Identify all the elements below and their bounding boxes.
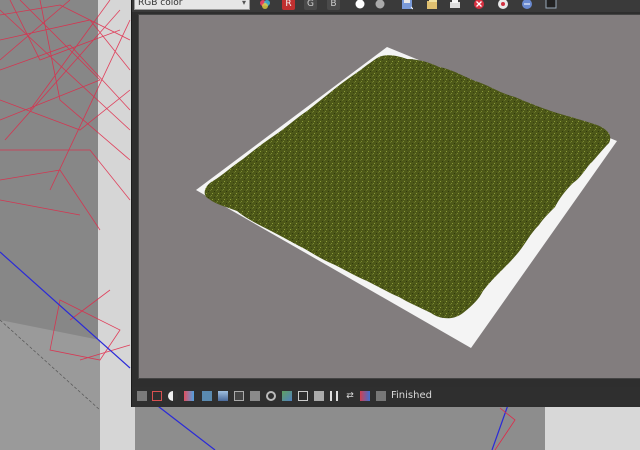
exposure-icon[interactable] [266, 391, 276, 401]
frame-buffer-window: RGB color ▾ R G B ⇄ Finished [131, 0, 640, 407]
background-image-icon[interactable] [282, 391, 292, 401]
green-channel-button[interactable]: G [304, 0, 317, 10]
print-icon[interactable] [448, 0, 462, 10]
rendered-image[interactable] [138, 14, 640, 379]
curves-icon[interactable] [234, 391, 244, 401]
lens-effects-icon[interactable] [298, 391, 308, 401]
display-correction-icon[interactable] [258, 0, 271, 10]
channel-select[interactable]: RGB color ▾ [134, 0, 250, 10]
monochrome-icon[interactable] [374, 0, 386, 10]
channel-select-value: RGB color [138, 0, 183, 8]
srgb-icon[interactable] [330, 391, 338, 401]
clear-image-icon[interactable] [472, 0, 486, 10]
frame-buffer-statusbar: ⇄ Finished [132, 387, 640, 405]
frame-buffer-toolbar: RGB color ▾ R G B [132, 0, 640, 12]
view-clamped-icon[interactable] [184, 391, 194, 401]
chevron-down-icon: ▾ [241, 0, 246, 7]
red-channel-button[interactable]: R [282, 0, 295, 10]
blue-channel-button[interactable]: B [327, 0, 340, 10]
render-icon[interactable] [496, 0, 510, 10]
region-render-icon[interactable] [152, 391, 162, 401]
frame-buffer-history-icon[interactable] [137, 391, 147, 401]
dpi-icon[interactable]: ⇄ [345, 391, 355, 401]
red-channel-label: R [285, 0, 292, 9]
blue-channel-label: B [330, 0, 337, 9]
alpha-white-icon[interactable] [354, 0, 366, 10]
levels-icon[interactable] [218, 391, 228, 401]
pixel-info-icon[interactable] [250, 391, 260, 401]
stamp-icon[interactable] [314, 391, 324, 401]
follow-mouse-icon[interactable] [360, 391, 370, 401]
grass-patch [204, 55, 611, 319]
clone-frame-buffer-icon[interactable] [425, 0, 439, 10]
color-clamp-icon[interactable] [168, 391, 178, 401]
render-status: Finished [391, 390, 432, 401]
lut-icon[interactable] [202, 391, 212, 401]
fullscreen-icon[interactable] [544, 0, 558, 10]
render-elements-icon[interactable] [376, 391, 386, 401]
open-settings-icon[interactable] [520, 0, 534, 10]
render-canvas [196, 47, 617, 348]
green-channel-label: G [307, 0, 314, 9]
save-image-icon[interactable] [400, 0, 414, 10]
